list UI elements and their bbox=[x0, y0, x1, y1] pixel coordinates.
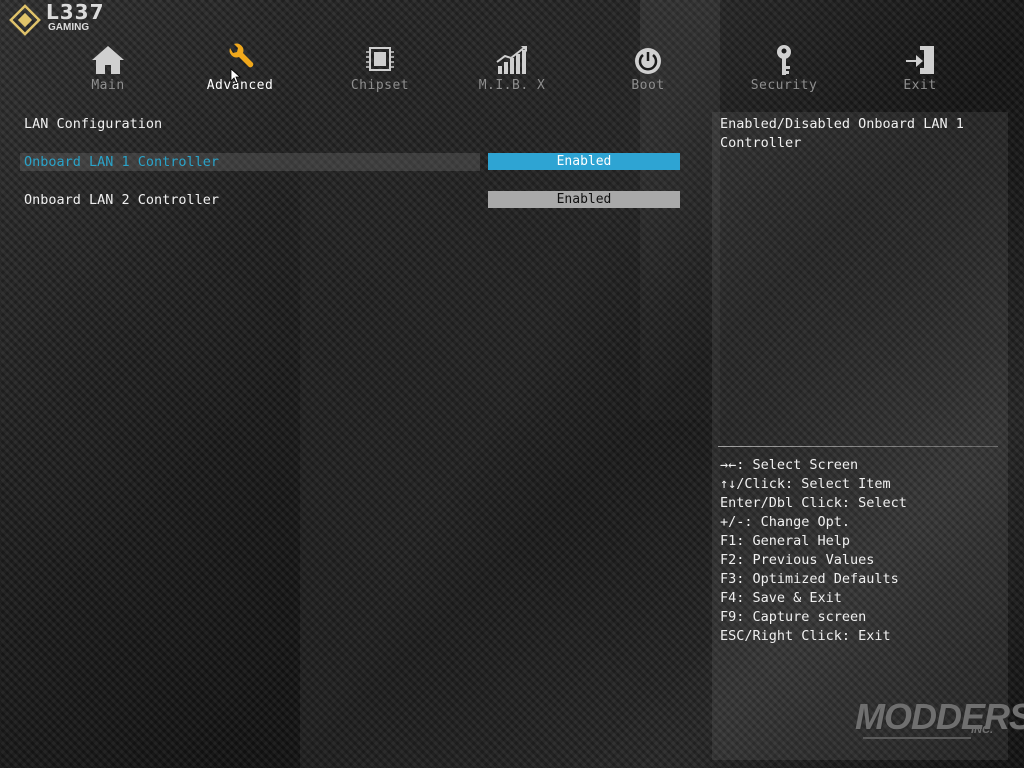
chip-icon bbox=[366, 47, 394, 71]
tab-label: Security bbox=[750, 78, 818, 93]
modders-inc-watermark: MODDERS INC. bbox=[855, 698, 1024, 744]
tab-label: Boot bbox=[631, 78, 665, 93]
tab-main[interactable]: Main bbox=[53, 42, 163, 96]
key-hint: ESC/Right Click: Exit bbox=[720, 628, 891, 644]
key-hint: +/-: Change Opt. bbox=[720, 514, 851, 530]
setting-value-dropdown[interactable]: Enabled bbox=[488, 191, 680, 208]
mouse-cursor-icon bbox=[230, 68, 242, 84]
tab-security[interactable]: Security bbox=[729, 42, 839, 96]
key-hint: F4: Save & Exit bbox=[720, 590, 842, 606]
help-description: Enabled/Disabled Onboard LAN 1 Controlle… bbox=[720, 116, 964, 151]
power-icon bbox=[635, 48, 661, 74]
key-hint: F1: General Help bbox=[720, 533, 851, 549]
key-legend: →←: Select Screen ↑↓/Click: Select Item … bbox=[720, 456, 907, 646]
key-hint: Enter/Dbl Click: Select bbox=[720, 495, 907, 511]
key-hint: F2: Previous Values bbox=[720, 552, 875, 568]
key-hint: F9: Capture screen bbox=[720, 609, 867, 625]
setting-label: Onboard LAN 1 Controller bbox=[24, 154, 220, 170]
key-hint: F3: Optimized Defaults bbox=[720, 571, 899, 587]
top-nav: Main Advanced Chipset M.I.B. X Boot Secu… bbox=[0, 42, 1024, 98]
help-panel: Enabled/Disabled Onboard LAN 1 Controlle… bbox=[712, 112, 1008, 760]
help-divider bbox=[718, 446, 998, 447]
key-hint: ↑↓/Click: Select Item bbox=[720, 476, 891, 492]
setting-row-onboard-lan-1[interactable]: Onboard LAN 1 Controller Enabled bbox=[20, 153, 682, 173]
watermark-subtext: INC. bbox=[971, 724, 993, 736]
tab-chipset[interactable]: Chipset bbox=[325, 42, 435, 96]
logo-text: L337 bbox=[46, 0, 105, 24]
background-sheen bbox=[300, 0, 720, 768]
tab-label: Exit bbox=[903, 78, 937, 93]
exit-door-icon bbox=[906, 46, 934, 74]
tab-mib-x[interactable]: M.I.B. X bbox=[457, 42, 567, 96]
key-icon bbox=[777, 45, 791, 75]
key-hint: →←: Select Screen bbox=[720, 457, 859, 473]
tab-label: Main bbox=[91, 78, 125, 93]
watermark-underline bbox=[863, 737, 971, 739]
watermark-text: MODDERS bbox=[855, 696, 1024, 737]
performance-chart-icon bbox=[496, 46, 527, 74]
setting-value-dropdown[interactable]: Enabled bbox=[488, 153, 680, 170]
logo-subtext: GAMING bbox=[48, 22, 90, 33]
logo-mark-icon bbox=[9, 4, 41, 36]
tab-label: Chipset bbox=[350, 78, 410, 93]
tab-boot[interactable]: Boot bbox=[593, 42, 703, 96]
brand-logo: L337 GAMING bbox=[8, 2, 128, 36]
setting-label: Onboard LAN 2 Controller bbox=[24, 192, 220, 208]
home-icon bbox=[92, 46, 124, 74]
tab-label: M.I.B. X bbox=[478, 78, 546, 93]
tab-exit[interactable]: Exit bbox=[865, 42, 975, 96]
setting-row-onboard-lan-2[interactable]: Onboard LAN 2 Controller Enabled bbox=[20, 191, 682, 211]
section-title: LAN Configuration bbox=[24, 116, 163, 132]
